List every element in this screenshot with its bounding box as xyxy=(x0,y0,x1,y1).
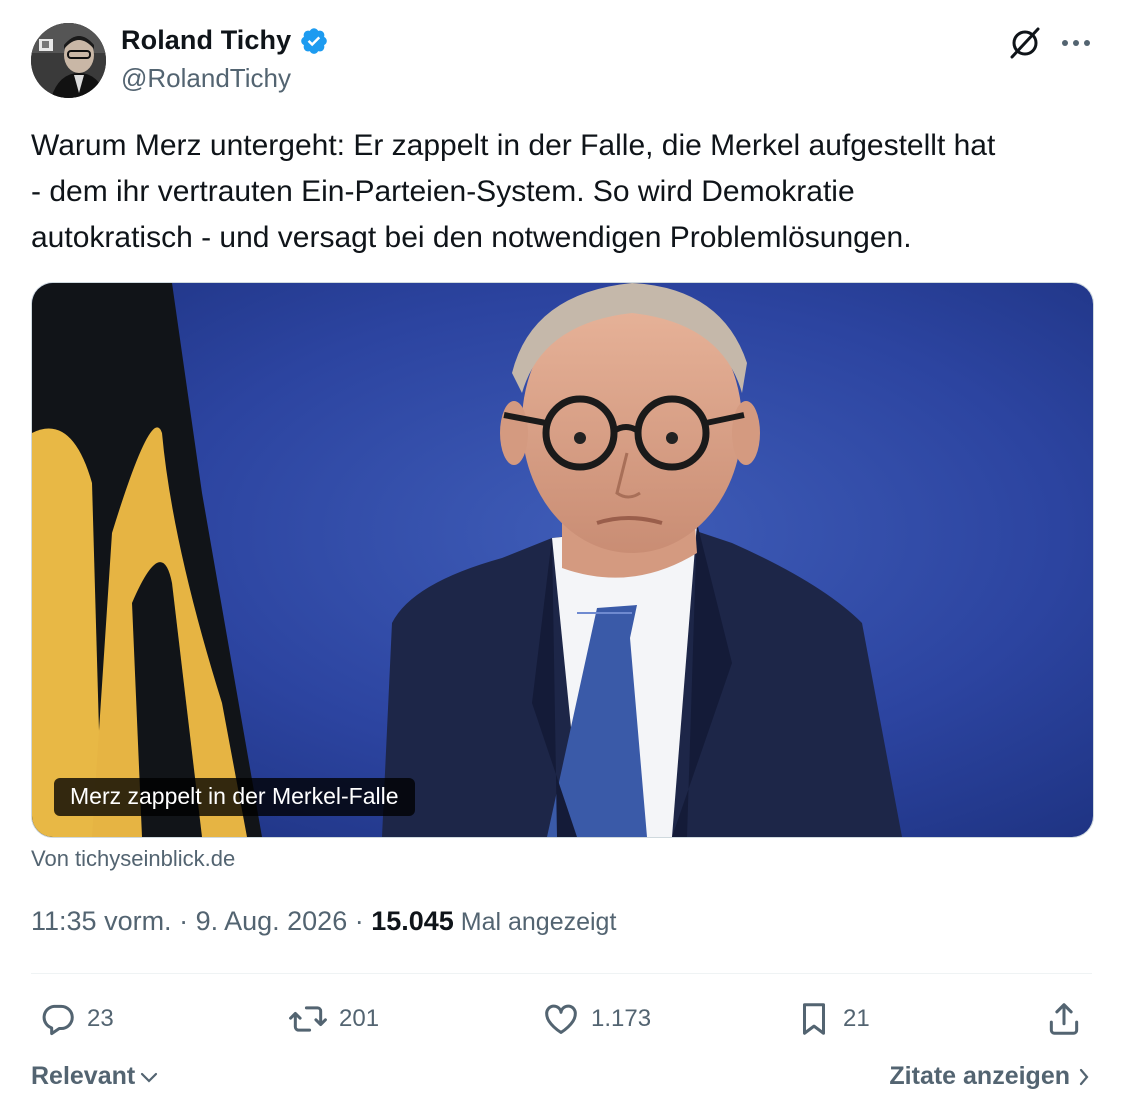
tweet-date[interactable]: 9. Aug. 2026 xyxy=(196,906,348,937)
action-bar: 23 201 1.173 21 xyxy=(31,996,1092,1042)
grok-button[interactable] xyxy=(1005,23,1045,63)
chevron-right-icon xyxy=(1079,1068,1089,1085)
tweet-time[interactable]: 11:35 vorm. xyxy=(31,906,172,937)
share-icon xyxy=(1049,1003,1079,1035)
more-button[interactable] xyxy=(1056,23,1096,63)
tweet: Roland Tichy @RolandTichy Warum Merz unt… xyxy=(0,0,1123,1117)
views-count[interactable]: 15.045 xyxy=(371,906,454,937)
tweet-meta: 11:35 vorm. · 9. Aug. 2026 · 15.045 Mal … xyxy=(31,906,616,937)
grok-icon xyxy=(1010,27,1040,59)
handle[interactable]: @RolandTichy xyxy=(121,63,291,94)
sort-dropdown[interactable]: Relevant xyxy=(31,1062,159,1091)
tweet-text: Warum Merz untergeht: Er zappelt in der … xyxy=(31,129,996,254)
display-name[interactable]: Roland Tichy xyxy=(121,25,291,56)
bookmark-count: 21 xyxy=(843,1005,870,1032)
bookmark-button[interactable]: 21 xyxy=(795,996,870,1042)
reply-count: 23 xyxy=(87,1005,114,1032)
quotes-link[interactable]: Zitate anzeigen xyxy=(889,1062,1090,1091)
sort-label: Relevant xyxy=(31,1062,136,1090)
divider xyxy=(31,973,1092,974)
card-caption: Merz zappelt in der Merkel-Falle xyxy=(54,778,415,816)
reply-button[interactable]: 23 xyxy=(39,996,114,1042)
chevron-down-icon xyxy=(141,1072,158,1083)
meta-separator: · xyxy=(347,906,372,936)
repost-count: 201 xyxy=(339,1005,380,1032)
quotes-label: Zitate anzeigen xyxy=(889,1062,1070,1090)
repost-button[interactable]: 201 xyxy=(287,996,379,1042)
display-name-row: Roland Tichy xyxy=(121,25,329,56)
views-label: Mal angezeigt xyxy=(453,908,617,936)
avatar[interactable] xyxy=(31,23,106,98)
card-source[interactable]: Von tichyseinblick.de xyxy=(31,846,235,872)
meta-separator: · xyxy=(171,906,196,936)
more-icon xyxy=(1062,40,1090,46)
link-card[interactable]: Merz zappelt in der Merkel-Falle xyxy=(31,282,1094,838)
share-button[interactable] xyxy=(1045,996,1083,1042)
reply-icon xyxy=(42,1004,74,1036)
like-count: 1.173 xyxy=(591,1005,652,1032)
card-image xyxy=(32,283,1093,837)
bookmark-icon xyxy=(802,1003,826,1035)
like-button[interactable]: 1.173 xyxy=(541,996,651,1042)
repost-icon xyxy=(289,1006,327,1032)
avatar-image xyxy=(31,23,106,98)
like-icon xyxy=(545,1004,577,1034)
verified-badge-icon[interactable] xyxy=(299,26,329,56)
